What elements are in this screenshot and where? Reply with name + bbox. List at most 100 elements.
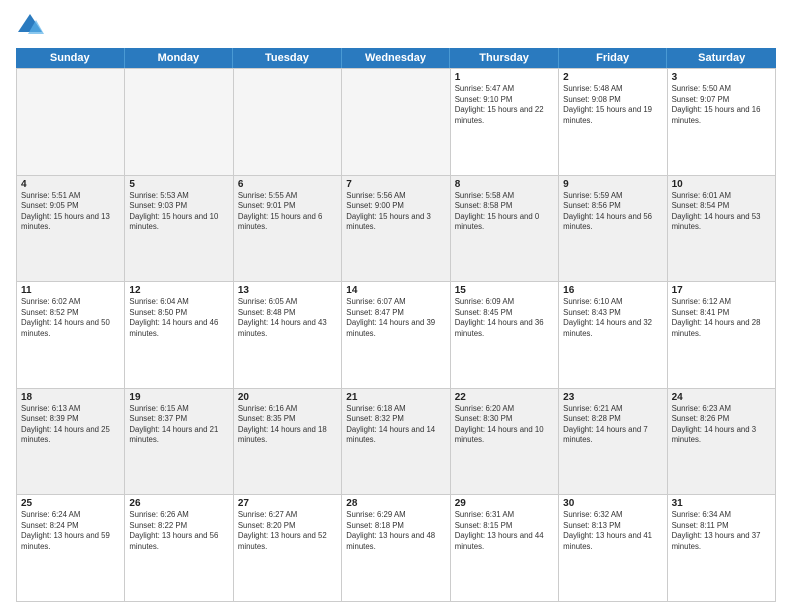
day-number: 16 (563, 285, 662, 296)
day-number: 3 (672, 72, 771, 83)
cal-header-day: Sunday (16, 48, 125, 68)
calendar-cell: 15Sunrise: 6:09 AM Sunset: 8:45 PM Dayli… (451, 282, 559, 389)
day-info: Sunrise: 5:58 AM Sunset: 8:58 PM Dayligh… (455, 191, 554, 233)
calendar-cell: 23Sunrise: 6:21 AM Sunset: 8:28 PM Dayli… (559, 389, 667, 496)
calendar-cell: 21Sunrise: 6:18 AM Sunset: 8:32 PM Dayli… (342, 389, 450, 496)
day-info: Sunrise: 6:34 AM Sunset: 8:11 PM Dayligh… (672, 510, 771, 552)
calendar-cell: 19Sunrise: 6:15 AM Sunset: 8:37 PM Dayli… (125, 389, 233, 496)
calendar-cell: 12Sunrise: 6:04 AM Sunset: 8:50 PM Dayli… (125, 282, 233, 389)
calendar-cell: 27Sunrise: 6:27 AM Sunset: 8:20 PM Dayli… (234, 495, 342, 602)
calendar-cell: 20Sunrise: 6:16 AM Sunset: 8:35 PM Dayli… (234, 389, 342, 496)
cal-header-day: Friday (559, 48, 668, 68)
cal-header-day: Wednesday (342, 48, 451, 68)
day-number: 26 (129, 498, 228, 509)
calendar-cell: 29Sunrise: 6:31 AM Sunset: 8:15 PM Dayli… (451, 495, 559, 602)
calendar-cell: 4Sunrise: 5:51 AM Sunset: 9:05 PM Daylig… (17, 176, 125, 283)
day-number: 24 (672, 392, 771, 403)
day-info: Sunrise: 5:48 AM Sunset: 9:08 PM Dayligh… (563, 84, 662, 126)
day-number: 25 (21, 498, 120, 509)
calendar-cell: 30Sunrise: 6:32 AM Sunset: 8:13 PM Dayli… (559, 495, 667, 602)
day-info: Sunrise: 5:47 AM Sunset: 9:10 PM Dayligh… (455, 84, 554, 126)
day-info: Sunrise: 5:53 AM Sunset: 9:03 PM Dayligh… (129, 191, 228, 233)
page: SundayMondayTuesdayWednesdayThursdayFrid… (0, 0, 792, 612)
calendar-cell: 18Sunrise: 6:13 AM Sunset: 8:39 PM Dayli… (17, 389, 125, 496)
cal-header-day: Saturday (667, 48, 776, 68)
day-number: 7 (346, 179, 445, 190)
day-info: Sunrise: 6:12 AM Sunset: 8:41 PM Dayligh… (672, 297, 771, 339)
day-info: Sunrise: 6:10 AM Sunset: 8:43 PM Dayligh… (563, 297, 662, 339)
cal-header-day: Tuesday (233, 48, 342, 68)
day-number: 22 (455, 392, 554, 403)
day-number: 29 (455, 498, 554, 509)
calendar-header: SundayMondayTuesdayWednesdayThursdayFrid… (16, 48, 776, 68)
day-info: Sunrise: 6:13 AM Sunset: 8:39 PM Dayligh… (21, 404, 120, 446)
day-number: 21 (346, 392, 445, 403)
calendar-cell: 8Sunrise: 5:58 AM Sunset: 8:58 PM Daylig… (451, 176, 559, 283)
day-number: 15 (455, 285, 554, 296)
logo (16, 12, 48, 40)
day-info: Sunrise: 6:26 AM Sunset: 8:22 PM Dayligh… (129, 510, 228, 552)
calendar-cell: 7Sunrise: 5:56 AM Sunset: 9:00 PM Daylig… (342, 176, 450, 283)
calendar-cell: 9Sunrise: 5:59 AM Sunset: 8:56 PM Daylig… (559, 176, 667, 283)
day-number: 23 (563, 392, 662, 403)
day-info: Sunrise: 6:05 AM Sunset: 8:48 PM Dayligh… (238, 297, 337, 339)
day-info: Sunrise: 6:15 AM Sunset: 8:37 PM Dayligh… (129, 404, 228, 446)
calendar-cell: 6Sunrise: 5:55 AM Sunset: 9:01 PM Daylig… (234, 176, 342, 283)
calendar-cell: 17Sunrise: 6:12 AM Sunset: 8:41 PM Dayli… (668, 282, 776, 389)
cal-header-day: Thursday (450, 48, 559, 68)
calendar-cell: 25Sunrise: 6:24 AM Sunset: 8:24 PM Dayli… (17, 495, 125, 602)
calendar-cell (17, 69, 125, 176)
calendar-row: 18Sunrise: 6:13 AM Sunset: 8:39 PM Dayli… (17, 389, 776, 496)
day-number: 4 (21, 179, 120, 190)
day-info: Sunrise: 5:51 AM Sunset: 9:05 PM Dayligh… (21, 191, 120, 233)
day-number: 27 (238, 498, 337, 509)
day-info: Sunrise: 6:32 AM Sunset: 8:13 PM Dayligh… (563, 510, 662, 552)
day-number: 31 (672, 498, 771, 509)
day-number: 9 (563, 179, 662, 190)
day-info: Sunrise: 6:24 AM Sunset: 8:24 PM Dayligh… (21, 510, 120, 552)
day-number: 30 (563, 498, 662, 509)
calendar-row: 1Sunrise: 5:47 AM Sunset: 9:10 PM Daylig… (17, 69, 776, 176)
day-info: Sunrise: 5:59 AM Sunset: 8:56 PM Dayligh… (563, 191, 662, 233)
day-info: Sunrise: 6:27 AM Sunset: 8:20 PM Dayligh… (238, 510, 337, 552)
calendar-row: 11Sunrise: 6:02 AM Sunset: 8:52 PM Dayli… (17, 282, 776, 389)
calendar-cell: 24Sunrise: 6:23 AM Sunset: 8:26 PM Dayli… (668, 389, 776, 496)
day-info: Sunrise: 6:16 AM Sunset: 8:35 PM Dayligh… (238, 404, 337, 446)
calendar-cell: 1Sunrise: 5:47 AM Sunset: 9:10 PM Daylig… (451, 69, 559, 176)
calendar-cell (342, 69, 450, 176)
calendar-body: 1Sunrise: 5:47 AM Sunset: 9:10 PM Daylig… (16, 68, 776, 602)
day-info: Sunrise: 6:01 AM Sunset: 8:54 PM Dayligh… (672, 191, 771, 233)
day-info: Sunrise: 6:23 AM Sunset: 8:26 PM Dayligh… (672, 404, 771, 446)
day-info: Sunrise: 6:09 AM Sunset: 8:45 PM Dayligh… (455, 297, 554, 339)
day-info: Sunrise: 6:02 AM Sunset: 8:52 PM Dayligh… (21, 297, 120, 339)
day-number: 6 (238, 179, 337, 190)
calendar: SundayMondayTuesdayWednesdayThursdayFrid… (16, 48, 776, 602)
day-number: 14 (346, 285, 445, 296)
day-info: Sunrise: 6:07 AM Sunset: 8:47 PM Dayligh… (346, 297, 445, 339)
day-info: Sunrise: 5:50 AM Sunset: 9:07 PM Dayligh… (672, 84, 771, 126)
calendar-cell: 14Sunrise: 6:07 AM Sunset: 8:47 PM Dayli… (342, 282, 450, 389)
calendar-cell: 11Sunrise: 6:02 AM Sunset: 8:52 PM Dayli… (17, 282, 125, 389)
calendar-cell (125, 69, 233, 176)
day-number: 18 (21, 392, 120, 403)
calendar-cell: 13Sunrise: 6:05 AM Sunset: 8:48 PM Dayli… (234, 282, 342, 389)
calendar-row: 4Sunrise: 5:51 AM Sunset: 9:05 PM Daylig… (17, 176, 776, 283)
day-number: 12 (129, 285, 228, 296)
calendar-cell: 28Sunrise: 6:29 AM Sunset: 8:18 PM Dayli… (342, 495, 450, 602)
cal-header-day: Monday (125, 48, 234, 68)
day-number: 17 (672, 285, 771, 296)
calendar-row: 25Sunrise: 6:24 AM Sunset: 8:24 PM Dayli… (17, 495, 776, 602)
calendar-cell: 26Sunrise: 6:26 AM Sunset: 8:22 PM Dayli… (125, 495, 233, 602)
day-info: Sunrise: 6:04 AM Sunset: 8:50 PM Dayligh… (129, 297, 228, 339)
day-number: 8 (455, 179, 554, 190)
day-number: 13 (238, 285, 337, 296)
calendar-cell: 10Sunrise: 6:01 AM Sunset: 8:54 PM Dayli… (668, 176, 776, 283)
day-info: Sunrise: 6:18 AM Sunset: 8:32 PM Dayligh… (346, 404, 445, 446)
calendar-cell: 2Sunrise: 5:48 AM Sunset: 9:08 PM Daylig… (559, 69, 667, 176)
day-number: 11 (21, 285, 120, 296)
day-number: 10 (672, 179, 771, 190)
day-number: 2 (563, 72, 662, 83)
calendar-cell: 5Sunrise: 5:53 AM Sunset: 9:03 PM Daylig… (125, 176, 233, 283)
calendar-cell: 16Sunrise: 6:10 AM Sunset: 8:43 PM Dayli… (559, 282, 667, 389)
day-info: Sunrise: 6:21 AM Sunset: 8:28 PM Dayligh… (563, 404, 662, 446)
